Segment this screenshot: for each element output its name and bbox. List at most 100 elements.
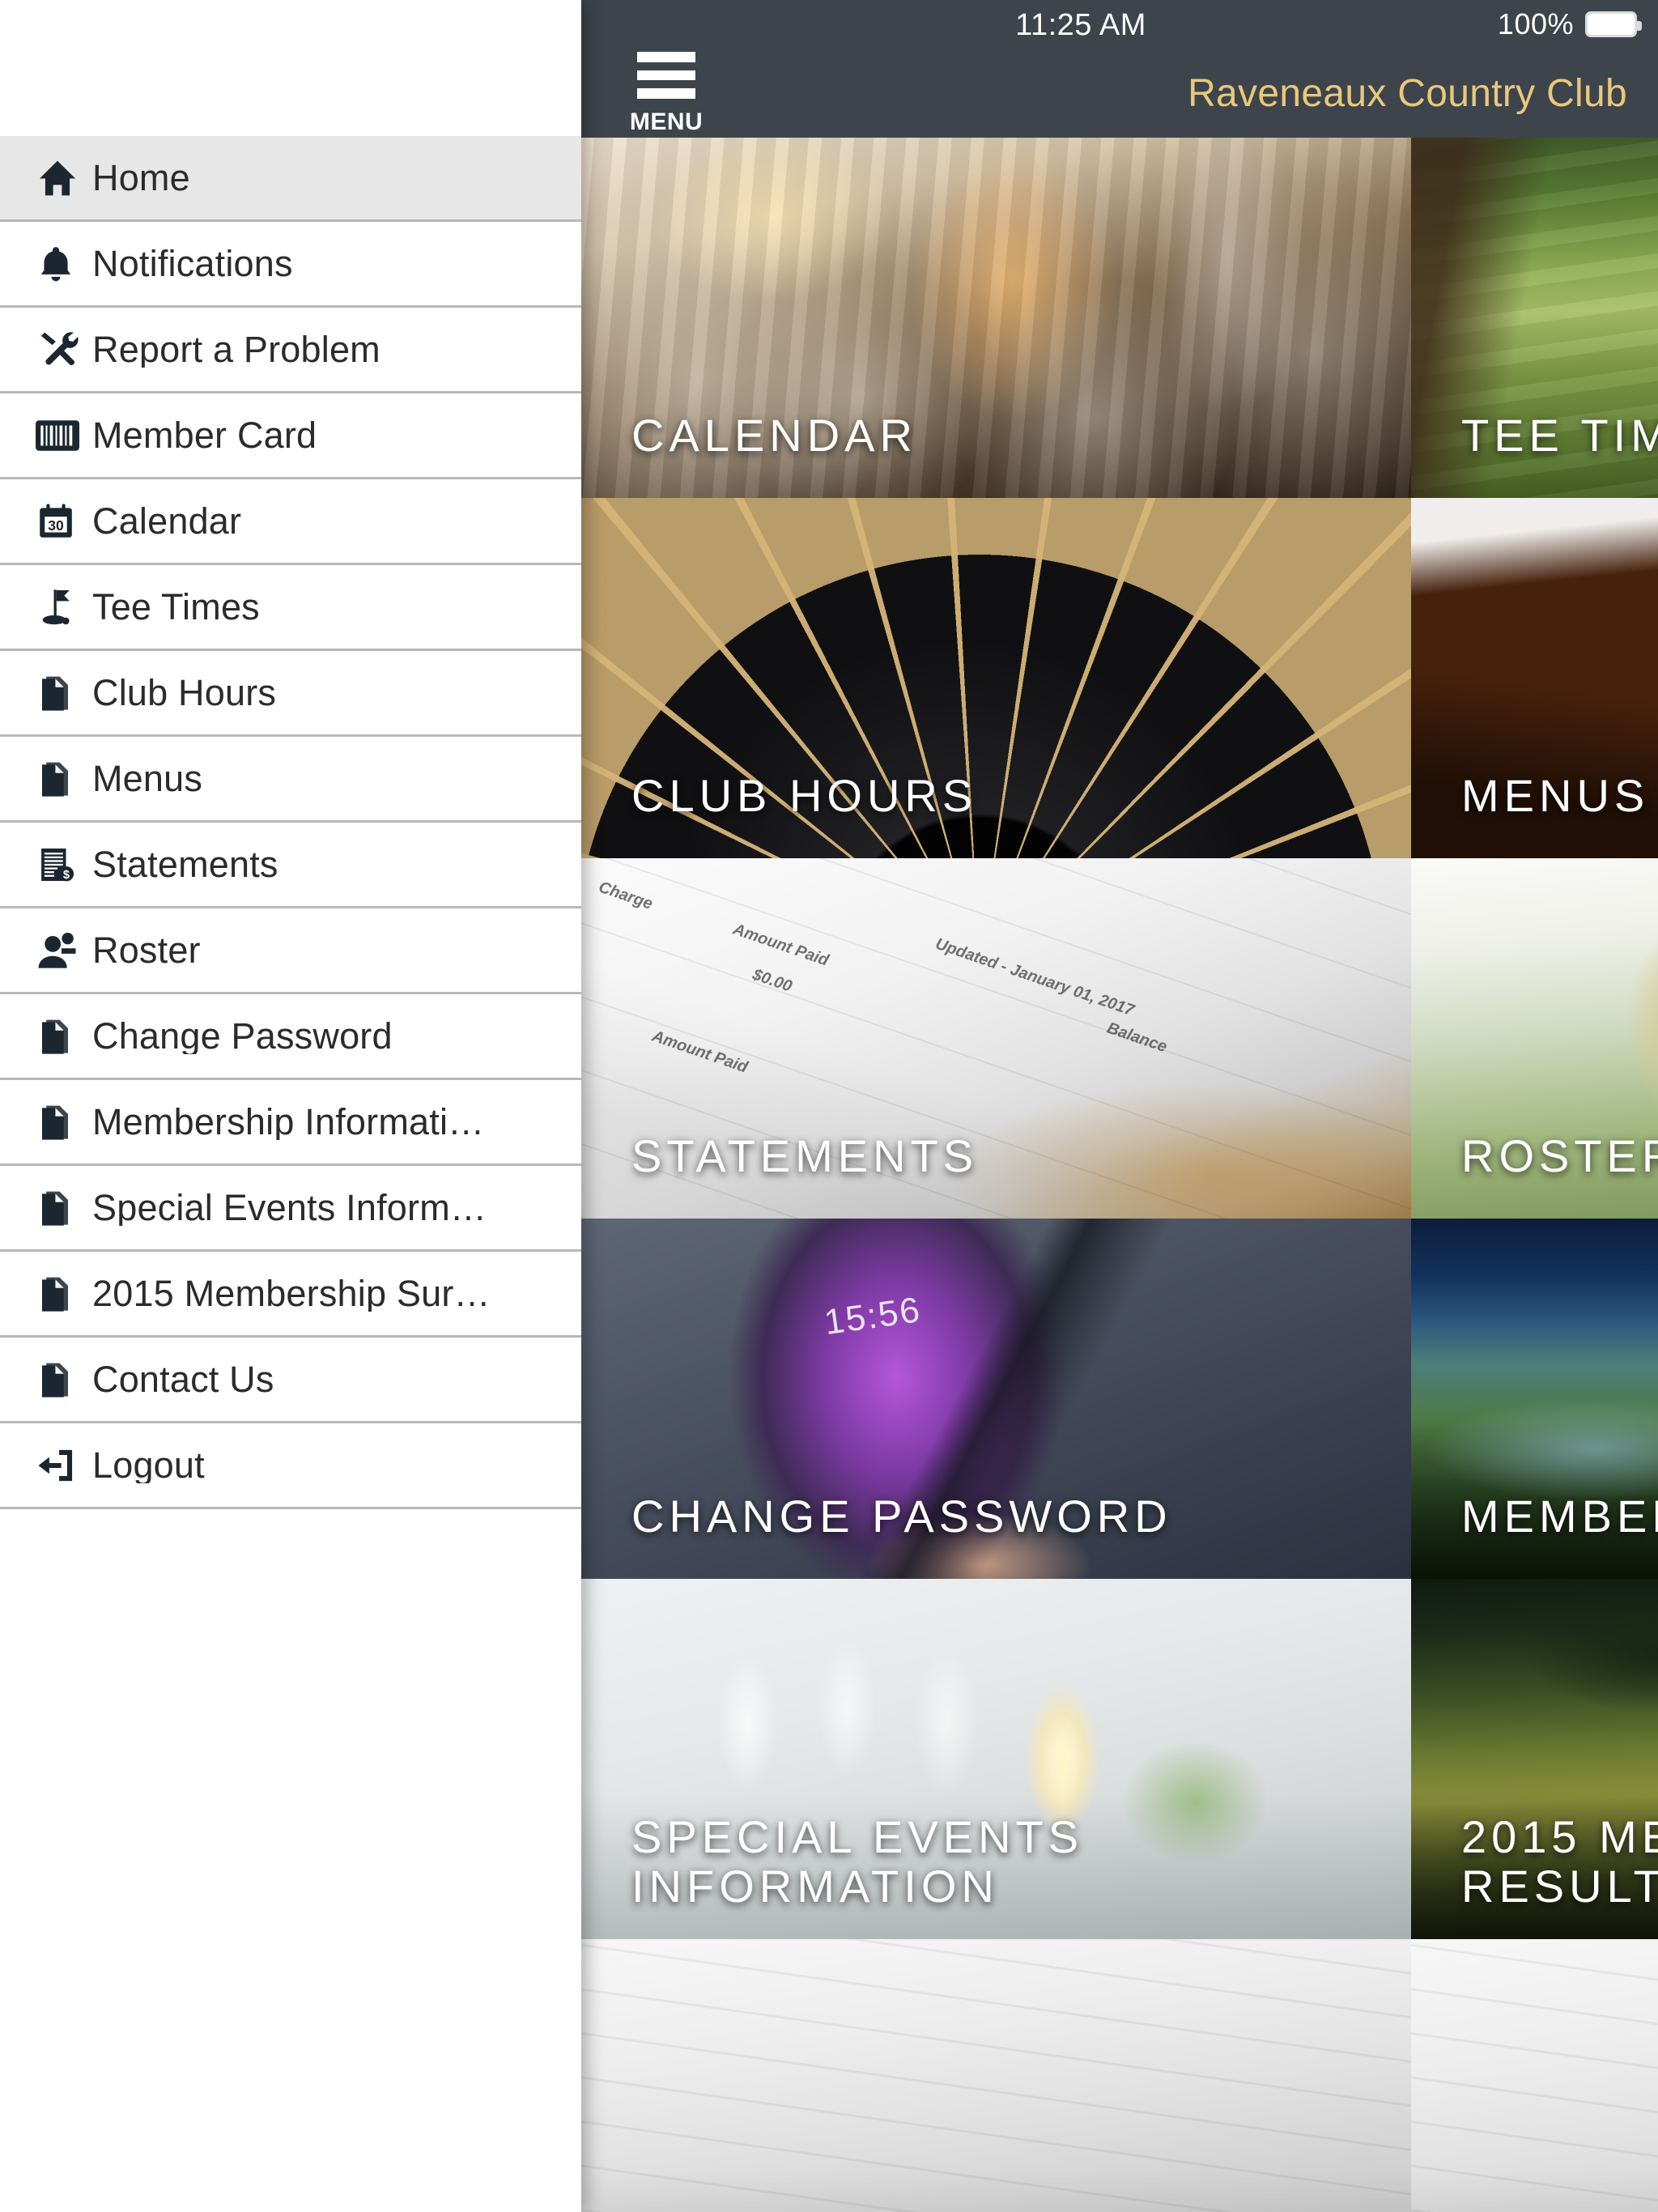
sidebar-item-report-a-problem[interactable]: Report a Problem <box>0 308 581 393</box>
tile-contact-us[interactable] <box>581 1939 1411 2212</box>
sidebar-item-calendar[interactable]: 30 Calendar <box>0 479 581 565</box>
sidebar-item-member-card[interactable]: Member Card <box>0 393 581 479</box>
barcode-icon <box>18 410 92 462</box>
sidebar-item-special-events-information[interactable]: Special Events Inform… <box>0 1166 581 1252</box>
tile-membership[interactable]: MEMBERSHIP <box>1411 1219 1658 1579</box>
tile-tee-times[interactable]: TEE TIMES <box>1411 138 1658 498</box>
sidebar-item-label: Report a Problem <box>92 331 380 368</box>
tile-label: CLUB HOURS <box>631 770 978 822</box>
status-bar-time: 11:25 AM <box>1015 8 1146 42</box>
battery-icon <box>1585 11 1642 37</box>
status-bar: 11:25 AM 100% <box>581 0 1658 49</box>
bell-icon <box>18 238 92 290</box>
sidebar-item-notifications[interactable]: Notifications <box>0 222 581 308</box>
sidebar-item-membership-information[interactable]: Membership Informati… <box>0 1080 581 1166</box>
tile-statements[interactable]: Charge Amount Paid $0.00 Amount Paid Upd… <box>581 858 1411 1219</box>
tile-label: SPECIAL EVENTS INFORMATION <box>631 1810 1084 1912</box>
sidebar-item-home[interactable]: Home <box>0 136 581 222</box>
menu-button[interactable]: MENU <box>627 52 705 136</box>
sidebar-item-tee-times[interactable]: Tee Times <box>0 565 581 651</box>
people-icon <box>18 925 92 976</box>
tile-special-events[interactable]: SPECIAL EVENTS INFORMATION <box>581 1579 1411 1939</box>
menu-button-label: MENU <box>629 108 704 136</box>
status-bar-right: 100% <box>1497 7 1642 41</box>
phone-clock-text: 15:56 <box>822 1289 924 1343</box>
page-title: Raveneaux Country Club <box>1188 72 1627 115</box>
sidebar-item-label: Logout <box>92 1447 205 1483</box>
document-icon <box>18 667 92 719</box>
tile-background-image <box>581 1939 1411 2212</box>
battery-percent-label: 100% <box>1497 7 1574 40</box>
tile-label: 2015 MEMBERSHIP RESULTS <box>1461 1810 1658 1912</box>
document-icon <box>18 1010 92 1062</box>
drawer-top-spacer <box>0 0 581 136</box>
sidebar-item-label: Statements <box>92 846 278 883</box>
sidebar-item-label: Membership Informati… <box>92 1104 485 1140</box>
tile-label: CHANGE PASSWORD <box>631 1491 1172 1542</box>
tile-row: SPECIAL EVENTS INFORMATION 2015 MEMBERSH… <box>581 1579 1658 1939</box>
sidebar-item-statements[interactable]: $ Statements <box>0 823 581 908</box>
tile-label: ROSTER <box>1461 1130 1658 1182</box>
sidebar-item-logout[interactable]: Logout <box>0 1423 581 1509</box>
sidebar-item-label: Home <box>92 160 190 196</box>
sidebar-item-label: Tee Times <box>92 589 260 625</box>
paper-text-amount-paid-2: Amount Paid <box>649 1027 750 1077</box>
tile-membership-survey[interactable]: 2015 MEMBERSHIP RESULTS <box>1411 1579 1658 1939</box>
calendar-icon: 30 <box>18 496 92 547</box>
tile-row: CALENDAR TEE TIMES <box>581 138 1658 498</box>
sidebar-item-change-password[interactable]: Change Password <box>0 994 581 1080</box>
paper-text-charge: Charge <box>596 878 655 913</box>
hamburger-icon-bar <box>637 52 695 62</box>
sidebar-item-label: Change Password <box>92 1018 393 1054</box>
sidebar-item-label: Notifications <box>92 245 293 282</box>
tile-row: CLUB HOURS MENUS <box>581 498 1658 858</box>
tile-change-password[interactable]: 15:56 CHANGE PASSWORD <box>581 1219 1411 1579</box>
sidebar-item-roster[interactable]: Roster <box>0 908 581 994</box>
tile-calendar[interactable]: CALENDAR <box>581 138 1411 498</box>
sidebar-item-label: Calendar <box>92 503 242 539</box>
sidebar-item-2015-membership-survey[interactable]: 2015 Membership Sur… <box>0 1252 581 1338</box>
navigation-drawer: Home Notifications Report a Problem Memb… <box>0 0 581 2212</box>
tile-row: Charge Amount Paid $0.00 Amount Paid Upd… <box>581 858 1658 1219</box>
svg-text:$: $ <box>63 869 70 882</box>
invoice-icon: $ <box>18 839 92 891</box>
tile-row <box>581 1939 1658 2212</box>
paper-text-balance: Balance <box>1104 1019 1170 1057</box>
tile-extra[interactable] <box>1411 1939 1658 2212</box>
logout-icon <box>18 1440 92 1491</box>
svg-text:30: 30 <box>48 517 63 533</box>
sidebar-item-label: Roster <box>92 932 201 968</box>
tile-menus[interactable]: MENUS <box>1411 498 1658 858</box>
tile-row: 15:56 CHANGE PASSWORD MEMBERSHIP <box>581 1219 1658 1579</box>
tile-background-image <box>1411 1939 1658 2212</box>
document-icon <box>18 1182 92 1234</box>
document-icon <box>18 1354 92 1406</box>
document-icon <box>18 1096 92 1148</box>
tile-label: MENUS <box>1461 770 1650 822</box>
sidebar-item-contact-us[interactable]: Contact Us <box>0 1338 581 1423</box>
paper-text-amount-value: $0.00 <box>750 965 795 996</box>
app-root: 11:25 AM 100% MENU Raveneaux Country Clu… <box>0 0 1658 2212</box>
hamburger-icon-bar <box>637 70 695 81</box>
document-icon <box>18 1268 92 1320</box>
tile-label: STATEMENTS <box>631 1130 979 1182</box>
paper-text-amount-paid: Amount Paid <box>730 920 831 970</box>
hamburger-icon-bar <box>637 88 695 100</box>
tile-roster[interactable]: ROSTER <box>1411 858 1658 1219</box>
tile-label: TEE TIMES <box>1461 410 1658 462</box>
home-icon <box>18 152 92 204</box>
tile-label: CALENDAR <box>631 410 917 462</box>
document-icon <box>18 753 92 805</box>
tools-icon <box>18 324 92 376</box>
sidebar-item-menus[interactable]: Menus <box>0 737 581 823</box>
sidebar-item-label: Special Events Inform… <box>92 1189 487 1226</box>
tile-club-hours[interactable]: CLUB HOURS <box>581 498 1411 858</box>
app-bar: MENU Raveneaux Country Club <box>581 49 1658 138</box>
tile-label: MEMBERSHIP <box>1461 1491 1658 1542</box>
sidebar-item-label: Club Hours <box>92 674 277 711</box>
sidebar-item-label: Contact Us <box>92 1361 274 1397</box>
paper-text-updated: Updated - January 01, 2017 <box>933 934 1137 1020</box>
golf-flag-icon <box>18 581 92 633</box>
sidebar-item-label: Menus <box>92 760 203 797</box>
sidebar-item-club-hours[interactable]: Club Hours <box>0 651 581 737</box>
